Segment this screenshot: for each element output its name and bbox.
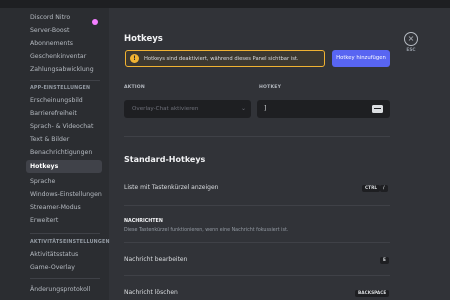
action-select[interactable]: Overlay-Chat aktivieren ⌄	[124, 100, 251, 118]
warning-text: Hotkeys sind deaktiviert, während dieses…	[144, 55, 299, 62]
hotkey-row-label: Liste mit Tastenkürzel anzeigen	[124, 184, 219, 191]
sidebar-item-notifications[interactable]: Benachrichtigungen	[26, 146, 102, 159]
sidebar-item-voice-video[interactable]: Sprach- & Videochat	[26, 120, 102, 133]
sidebar-item-changelog[interactable]: Änderungsprotokoll	[26, 283, 102, 296]
hotkeys-panel: Hotkeys ! Hotkeys sind deaktiviert, währ…	[109, 8, 450, 300]
messages-section-description: Diese Tastenkürzel funktionieren, wenn e…	[124, 228, 289, 233]
hotkey-row-label: Nachricht bearbeiten	[124, 256, 188, 263]
row-divider	[124, 275, 390, 276]
sidebar-item-hotkeys[interactable]: Hotkeys	[26, 160, 102, 173]
close-settings[interactable]: × ESC	[404, 32, 418, 53]
add-hotkey-button[interactable]: Hotkey hinzufügen	[332, 50, 390, 67]
close-icon[interactable]: ×	[404, 32, 418, 46]
sidebar-item-activity-status[interactable]: Aktivitätsstatus	[26, 248, 102, 261]
sidebar-header-activity-settings: AKTIVITÄTSEINSTELLUNGEN	[30, 240, 110, 245]
hotkey-label: HOTKEY	[259, 85, 282, 90]
sidebar-item-gift-inventory[interactable]: Geschenkinventar	[26, 50, 102, 63]
hotkey-row-label: Nachricht löschen	[124, 289, 178, 296]
sidebar-header-app-settings: APP-EINSTELLUNGEN	[30, 86, 91, 91]
warning-icon: !	[130, 54, 139, 63]
sidebar-item-discord-nitro[interactable]: Discord Nitro	[26, 11, 102, 24]
key-e: E	[380, 257, 389, 264]
row-divider	[124, 242, 390, 243]
sidebar-item-text-images[interactable]: Text & Bilder	[26, 133, 102, 146]
settings-sidebar: Discord Nitro Server-Boost Abonnements G…	[0, 8, 110, 300]
messages-section-header: NACHRICHTEN	[124, 219, 163, 224]
key-slash: /	[380, 185, 388, 192]
esc-label: ESC	[406, 48, 416, 53]
hotkey-input-value: ]	[264, 105, 267, 112]
window-top-strip	[0, 0, 450, 8]
chevron-down-icon: ⌄	[240, 105, 246, 112]
sidebar-item-server-boost[interactable]: Server-Boost	[26, 24, 102, 37]
keyboard-icon[interactable]	[372, 105, 383, 113]
sidebar-divider	[30, 233, 100, 234]
sidebar-item-accessibility[interactable]: Barrierefreiheit	[26, 107, 102, 120]
page-title: Hotkeys	[124, 34, 163, 44]
sidebar-item-streamer-mode[interactable]: Streamer-Modus	[26, 201, 102, 214]
key-backspace: BACKSPACE	[355, 290, 390, 297]
warning-notice: ! Hotkeys sind deaktiviert, während dies…	[125, 50, 325, 67]
sidebar-item-appearance[interactable]: Erscheinungsbild	[26, 94, 102, 107]
action-select-value: Overlay-Chat aktivieren	[132, 106, 199, 112]
sidebar-item-windows-settings[interactable]: Windows-Einstellungen	[26, 188, 102, 201]
sidebar-item-language[interactable]: Sprache	[26, 175, 102, 188]
hotkey-input[interactable]: ]	[257, 100, 390, 118]
sidebar-item-advanced[interactable]: Erweitert	[26, 214, 102, 227]
sidebar-divider	[30, 278, 100, 279]
section-divider	[124, 136, 390, 137]
sidebar-item-billing[interactable]: Zahlungsabwicklung	[26, 63, 102, 76]
sidebar-item-game-overlay[interactable]: Game-Overlay	[26, 261, 102, 274]
standard-hotkeys-title: Standard-Hotkeys	[124, 155, 206, 164]
action-label: AKTION	[124, 85, 145, 90]
key-ctrl: CTRL	[362, 185, 381, 192]
row-divider	[124, 205, 390, 206]
sidebar-item-subscriptions[interactable]: Abonnements	[26, 37, 102, 50]
sidebar-divider	[30, 80, 100, 81]
